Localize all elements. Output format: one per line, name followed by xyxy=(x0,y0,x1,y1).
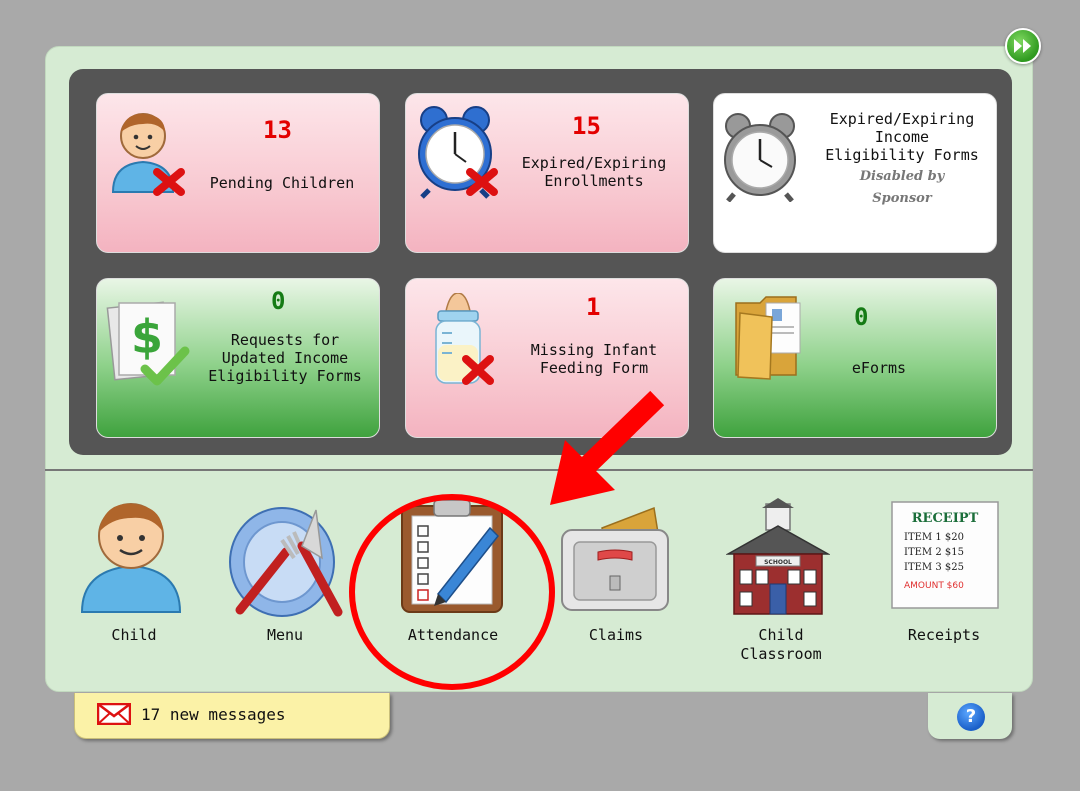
help-tab[interactable]: ? xyxy=(928,693,1012,739)
help-icon[interactable]: ? xyxy=(957,703,985,731)
highlight-arrow xyxy=(550,390,665,505)
envelope-icon xyxy=(97,703,131,725)
annotation-overlay xyxy=(349,390,665,690)
messages-tab[interactable]: 17 new messages xyxy=(74,693,390,739)
highlight-circle xyxy=(349,494,555,690)
messages-count-text: 17 new messages xyxy=(141,705,286,724)
